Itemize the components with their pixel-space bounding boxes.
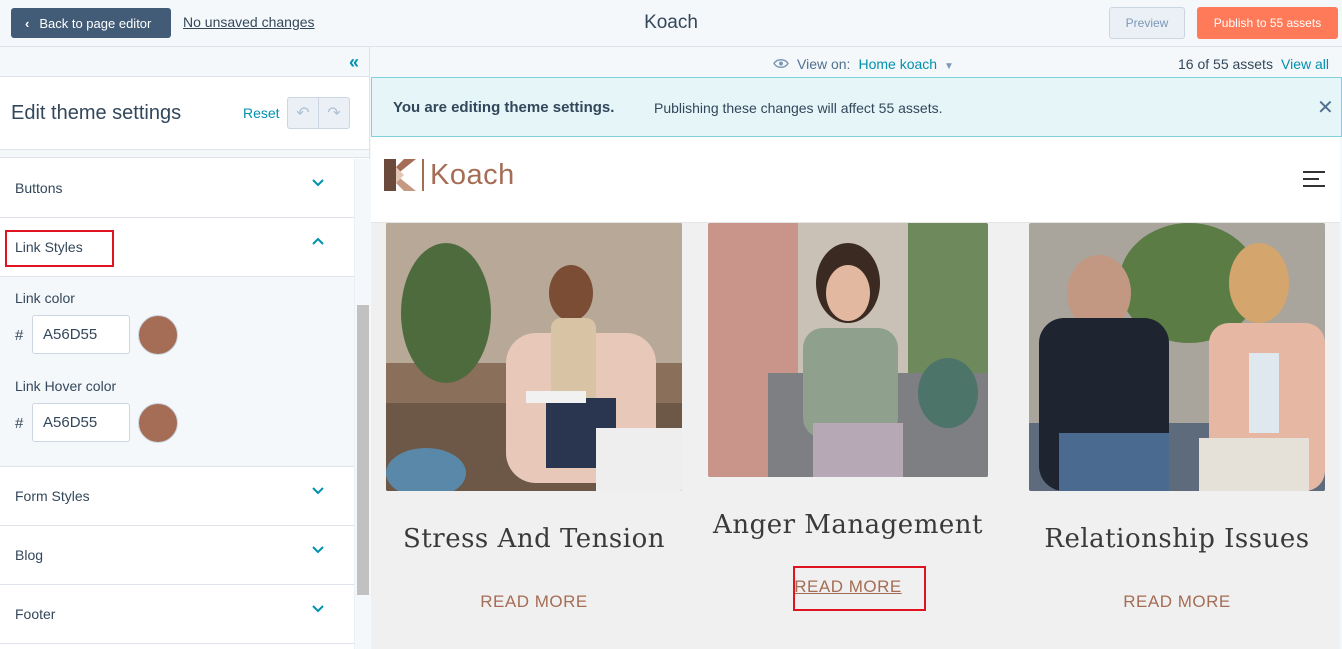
card-image-stress <box>386 223 682 491</box>
link-hover-color-swatch[interactable] <box>138 403 178 443</box>
site-logo[interactable]: Koach <box>384 159 515 191</box>
website-preview: Koach Stress And Tension READ MORE Anger… <box>371 137 1340 649</box>
link-hover-color-label: Link Hover color <box>15 378 117 394</box>
settings-section-list: Buttons Link Styles Link color # Link Ho… <box>0 159 354 644</box>
view-on-label: View on: <box>797 56 851 72</box>
koach-logo-mark-icon <box>384 159 416 191</box>
sidebar-header: Edit theme settings Reset ↶ ↷ <box>0 77 369 150</box>
sidebar-collapse-row: « <box>0 47 369 77</box>
undo-icon[interactable]: ↶ <box>288 98 319 128</box>
section-label: Link Styles <box>15 239 83 255</box>
preview-button[interactable]: Preview <box>1109 7 1185 39</box>
card-title: Stress And Tension <box>403 524 665 554</box>
caret-down-icon: ▼ <box>943 61 954 72</box>
card-title: Anger Management <box>713 510 983 540</box>
read-more-link[interactable]: READ MORE <box>1029 592 1325 612</box>
reset-link[interactable]: Reset <box>243 105 280 121</box>
section-footer[interactable]: Footer <box>0 585 354 644</box>
section-label: Blog <box>15 547 44 563</box>
annotation-highlight-box <box>793 566 926 611</box>
section-blog[interactable]: Blog <box>0 526 354 585</box>
site-logo-text: Koach <box>422 159 515 191</box>
top-bar: ‹ Back to page editor No unsaved changes… <box>0 0 1342 47</box>
unsaved-changes-link[interactable]: No unsaved changes <box>183 14 315 30</box>
link-hover-color-input[interactable] <box>32 403 130 442</box>
sidebar-divider <box>0 150 369 158</box>
chevron-left-icon: ‹ <box>25 15 30 31</box>
back-button-label: Back to page editor <box>39 15 152 31</box>
sidebar-scrollbar[interactable] <box>354 159 370 649</box>
link-styles-panel: Link color # Link Hover color # <box>0 277 354 467</box>
chevron-down-icon <box>311 178 325 187</box>
view-all-link[interactable]: View all <box>1281 56 1329 72</box>
back-to-page-editor-button[interactable]: ‹ Back to page editor <box>11 8 171 38</box>
section-form-styles[interactable]: Form Styles <box>0 467 354 526</box>
view-on-selector: View on: Home koach ▼ <box>773 56 954 72</box>
hash-symbol: # <box>15 415 24 432</box>
view-on-value: Home koach <box>858 56 938 72</box>
undo-redo-group: ↶ ↷ <box>287 97 350 129</box>
banner-text: Publishing these changes will affect 55 … <box>654 100 943 116</box>
chevron-down-icon <box>311 604 325 613</box>
section-link-styles[interactable]: Link Styles <box>0 218 354 277</box>
publish-button[interactable]: Publish to 55 assets <box>1197 7 1338 39</box>
view-on-dropdown[interactable]: Home koach ▼ <box>858 56 953 72</box>
link-color-swatch[interactable] <box>138 315 178 355</box>
card-image-anger <box>708 223 988 477</box>
read-more-link[interactable]: READ MORE <box>386 592 682 612</box>
theme-settings-sidebar: « Edit theme settings Reset ↶ ↷ Buttons … <box>0 47 370 649</box>
chevron-up-icon <box>311 237 325 246</box>
section-label: Form Styles <box>15 488 90 504</box>
view-on-bar: View on: Home koach ▼ 16 of 55 assets Vi… <box>371 47 1342 77</box>
site-header: Koach <box>371 137 1340 223</box>
section-buttons[interactable]: Buttons <box>0 159 354 218</box>
asset-count: 16 of 55 assets <box>1178 56 1273 72</box>
section-label: Footer <box>15 606 56 622</box>
scrollbar-thumb[interactable] <box>357 305 369 595</box>
hamburger-menu-icon[interactable] <box>1303 171 1325 192</box>
section-label: Buttons <box>15 180 63 196</box>
link-color-label: Link color <box>15 290 75 306</box>
hash-symbol: # <box>15 327 24 344</box>
card-title: Relationship Issues <box>1044 524 1310 554</box>
link-color-input[interactable] <box>32 315 130 354</box>
close-icon[interactable]: ✕ <box>1317 95 1334 120</box>
card-image-relationship <box>1029 223 1325 491</box>
redo-icon[interactable]: ↷ <box>319 98 349 128</box>
eye-icon <box>773 56 789 72</box>
theme-editing-banner: You are editing theme settings. Publishi… <box>371 77 1342 137</box>
banner-title: You are editing theme settings. <box>393 99 615 116</box>
collapse-sidebar-icon[interactable]: « <box>349 52 359 73</box>
sidebar-title: Edit theme settings <box>11 102 182 124</box>
chevron-down-icon <box>311 486 325 495</box>
chevron-down-icon <box>311 545 325 554</box>
